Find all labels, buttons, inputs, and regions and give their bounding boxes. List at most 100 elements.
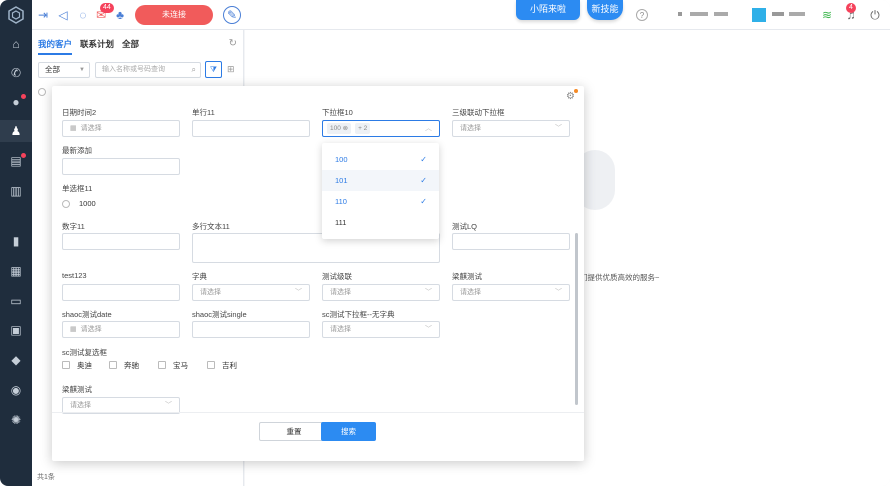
tab-my-customers[interactable]: 我的客户	[38, 38, 73, 55]
feedback-icon[interactable]: ✎	[223, 6, 241, 24]
single11-input[interactable]	[192, 120, 310, 137]
customer-row-radio[interactable]	[38, 88, 46, 96]
gear-dot	[574, 89, 578, 93]
book-icon[interactable]: ▥	[0, 180, 32, 202]
search-icon[interactable]: ⌕	[192, 63, 196, 77]
more-tag: + 2	[355, 123, 371, 134]
search-button[interactable]: 搜索	[321, 422, 376, 441]
tab-all[interactable]: 全部	[122, 38, 139, 55]
top-bar: ⇥ ◁ ◌ ✉ 44 ♣ 未连接 ✎ 小陌来啦 新技能 ? ≋ ♫ 4 ⏻	[32, 0, 890, 30]
liangqi2-label: 梁麒测试	[62, 385, 92, 394]
reset-button[interactable]: 重置	[259, 422, 329, 441]
advanced-filter-modal: ⚙ 日期时间2 ▦ 请选择 单行11 下拉框10 100 ⊗ + 2 ︿ 三级联动…	[52, 86, 584, 461]
tab-contact-plan[interactable]: 联系计划	[80, 38, 114, 55]
multiline11-label: 多行文本11	[192, 222, 230, 231]
new-skill-pill[interactable]: 新技能	[587, 0, 623, 20]
refresh-icon[interactable]: ↻	[229, 38, 237, 49]
connection-status-button[interactable]: 未连接	[135, 5, 213, 25]
radio11-option-radio[interactable]	[62, 200, 70, 208]
chat-icon[interactable]: ●	[0, 91, 32, 113]
dropdown-option-100[interactable]: 100 ✓	[322, 149, 439, 170]
dropdown-option-101[interactable]: 101 ✓	[322, 170, 439, 191]
shaocdate-field[interactable]: ▦ 请选择	[62, 321, 180, 338]
collapse-icon[interactable]: ⇥	[36, 8, 50, 22]
filter-button[interactable]: ⧩	[205, 61, 222, 78]
cascade-select[interactable]: 请选择 ﹀	[452, 120, 570, 137]
contacts-icon[interactable]: ♣	[113, 8, 127, 22]
dashboard-icon[interactable]: ▦	[0, 260, 32, 282]
customer-tabs: 我的客户 联系计划 全部	[38, 38, 139, 55]
shield-icon[interactable]: ◆	[0, 349, 32, 371]
liangqi2-placeholder: 请选择	[70, 402, 91, 409]
help-icon[interactable]: ?	[636, 9, 648, 21]
selected-tag-label: 100	[330, 125, 341, 132]
chevron-down-icon: ﹀	[555, 289, 562, 296]
option-label: 111	[335, 218, 347, 227]
check-icon: ✓	[420, 176, 427, 185]
checkbox-bmw[interactable]	[158, 361, 166, 369]
blurred-info	[789, 12, 805, 16]
message-icon[interactable]: ◉	[0, 379, 32, 401]
modal-scrollbar[interactable]	[575, 233, 578, 405]
scdropdown-select[interactable]: 请选择 ﹀	[322, 321, 440, 338]
option-label: 110	[335, 197, 347, 206]
testlq-label: 测试LQ	[452, 222, 478, 231]
shaocdate-label: shaoc测试date	[62, 310, 112, 319]
settings-icon[interactable]: ✺	[0, 409, 32, 431]
newest-input[interactable]	[62, 158, 180, 175]
user-icon[interactable]: ♟	[0, 120, 32, 142]
chevron-down-icon: ﹀	[425, 326, 432, 333]
testlq-input[interactable]	[452, 233, 570, 250]
dict-select[interactable]: 请选择 ﹀	[192, 284, 310, 301]
dropdown-option-110[interactable]: 110 ✓	[322, 191, 439, 212]
testcascade-select[interactable]: 请选择 ﹀	[322, 284, 440, 301]
number11-input[interactable]	[62, 233, 180, 250]
wifi-icon: ≋	[821, 8, 833, 22]
cascade-placeholder: 请选择	[460, 125, 481, 132]
dropdown10-label: 下拉框10	[322, 108, 353, 117]
calendar-icon[interactable]: ▣	[0, 319, 32, 341]
dropdown-option-111[interactable]: 111	[322, 212, 439, 233]
chat-badge-dot	[21, 94, 26, 99]
date2-field[interactable]: ▦ 请选择	[62, 120, 180, 137]
tag-close-icon[interactable]: ⊗	[343, 125, 348, 132]
doc-icon[interactable]: ▤	[0, 150, 32, 172]
dict-label: 字典	[192, 272, 207, 281]
liangqi-placeholder: 请选择	[460, 289, 481, 296]
chat-bubble-icon[interactable]: ◌	[76, 8, 90, 22]
power-icon[interactable]: ⏻	[868, 8, 882, 22]
checkbox-benz[interactable]	[109, 361, 117, 369]
test123-label: test123	[62, 271, 87, 280]
chevron-down-icon: ﹀	[165, 402, 172, 409]
grid-view-icon[interactable]: ⊞	[227, 63, 239, 75]
phone-icon[interactable]: ✆	[0, 62, 32, 84]
alerts-badge: 4	[846, 3, 856, 13]
scdropdown-placeholder: 请选择	[330, 326, 351, 333]
testcascade-placeholder: 请选择	[330, 289, 351, 296]
speaker-icon[interactable]: ◁	[56, 8, 70, 22]
shaocsingle-input[interactable]	[192, 321, 310, 338]
customer-search-input[interactable]: 输入名称或号码查询 ⌕	[95, 62, 201, 78]
blurred-info	[690, 12, 708, 16]
gear-icon[interactable]: ⚙	[566, 91, 575, 102]
dropdown10-select[interactable]: 100 ⊗ + 2 ︿	[322, 120, 440, 137]
doc-badge-dot	[21, 153, 26, 158]
check-icon: ✓	[420, 197, 427, 206]
number11-label: 数字11	[62, 222, 85, 231]
assistant-pill[interactable]: 小陌来啦	[516, 0, 580, 20]
dropdown10-options: 100 ✓ 101 ✓ 110 ✓ 111	[322, 143, 439, 239]
home-icon[interactable]: ⌂	[0, 33, 32, 55]
checkbox-geely[interactable]	[207, 361, 215, 369]
total-count: 共1条	[37, 474, 55, 481]
checkbox-audi-label: 奥迪	[77, 361, 92, 370]
dict-placeholder: 请选择	[200, 289, 221, 296]
scope-select[interactable]: 全部 ▼	[38, 62, 90, 78]
monitor-icon[interactable]: ▭	[0, 290, 32, 312]
checkbox-audi[interactable]	[62, 361, 70, 369]
bar-chart-icon[interactable]: ▮	[0, 230, 32, 252]
test123-input[interactable]	[62, 284, 180, 301]
testcascade-label: 测试级联	[322, 272, 352, 281]
scdropdown-label: sc测试下拉框--无字典	[322, 310, 395, 319]
missed-badge: 44	[100, 3, 114, 13]
liangqi-select[interactable]: 请选择 ﹀	[452, 284, 570, 301]
